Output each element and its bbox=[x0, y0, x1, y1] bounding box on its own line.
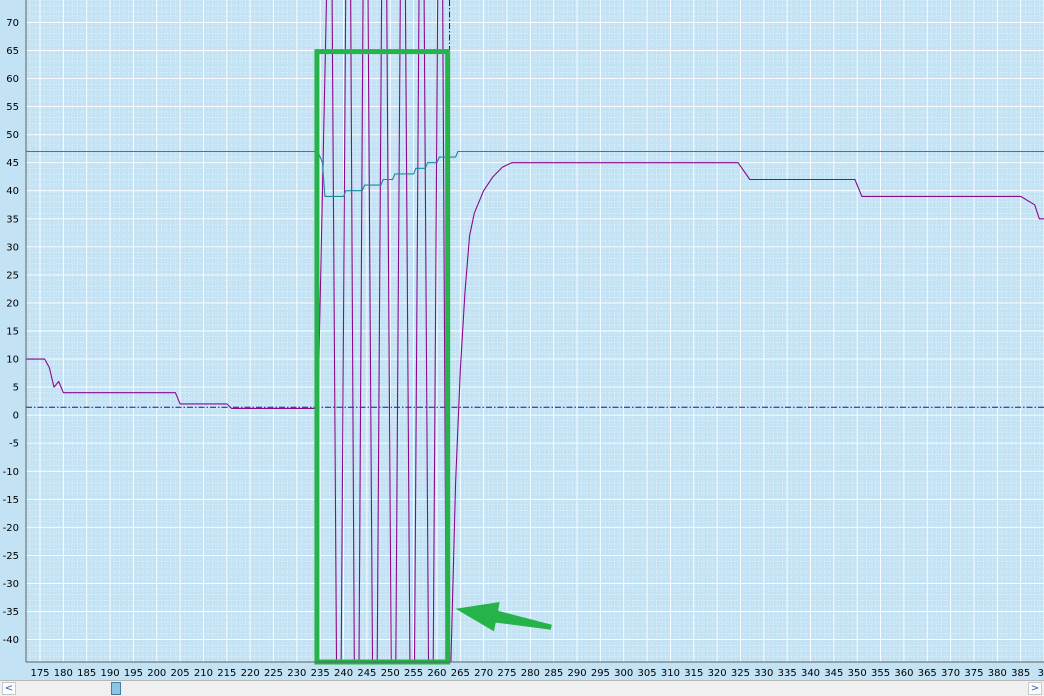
x-tick-label: 305 bbox=[638, 668, 657, 679]
horizontal-scrollbar[interactable]: < > bbox=[0, 680, 1044, 696]
y-tick-label: -35 bbox=[3, 607, 19, 618]
x-tick-label: 220 bbox=[241, 668, 260, 679]
y-tick-label: 50 bbox=[6, 130, 19, 141]
x-tick-label: 315 bbox=[684, 668, 703, 679]
x-tick-label: 200 bbox=[147, 668, 166, 679]
y-tick-label: 65 bbox=[6, 46, 19, 57]
x-tick-label: 335 bbox=[778, 668, 797, 679]
y-tick-label: 30 bbox=[6, 242, 19, 253]
x-tick-label: 340 bbox=[801, 668, 820, 679]
x-tick-label: 230 bbox=[287, 668, 306, 679]
x-tick-label: 185 bbox=[77, 668, 96, 679]
x-tick-label: 180 bbox=[54, 668, 73, 679]
scroll-right-button[interactable]: > bbox=[1028, 682, 1042, 695]
y-tick-label: -25 bbox=[3, 551, 19, 562]
scroll-thumb[interactable] bbox=[111, 682, 121, 695]
x-tick-label: 265 bbox=[451, 668, 470, 679]
x-tick-label: 290 bbox=[567, 668, 586, 679]
x-tick-label: 360 bbox=[894, 668, 913, 679]
x-tick-label: 365 bbox=[918, 668, 937, 679]
x-tick-label: 245 bbox=[357, 668, 376, 679]
x-tick-label: 320 bbox=[708, 668, 727, 679]
y-tick-label: 45 bbox=[6, 158, 19, 169]
x-tick-label: 385 bbox=[1011, 668, 1030, 679]
x-tick-label: 255 bbox=[404, 668, 423, 679]
y-tick-label: 40 bbox=[6, 186, 19, 197]
y-tick-label: -15 bbox=[3, 495, 19, 506]
x-tick-label: 350 bbox=[848, 668, 867, 679]
x-tick-label: 380 bbox=[988, 668, 1007, 679]
y-tick-label: -30 bbox=[3, 579, 19, 590]
y-tick-label: -40 bbox=[3, 635, 19, 646]
x-tick-label: 235 bbox=[311, 668, 330, 679]
x-tick-label: 260 bbox=[427, 668, 446, 679]
y-tick-label: 55 bbox=[6, 102, 19, 113]
x-tick-label: 280 bbox=[521, 668, 540, 679]
x-tick-label: 370 bbox=[941, 668, 960, 679]
x-tick-label: 190 bbox=[101, 668, 120, 679]
x-tick-label: 300 bbox=[614, 668, 633, 679]
y-tick-label: -5 bbox=[9, 439, 19, 450]
x-tick-label: 210 bbox=[194, 668, 213, 679]
x-tick-label: 295 bbox=[591, 668, 610, 679]
x-tick-label: 330 bbox=[754, 668, 773, 679]
x-tick-label: 375 bbox=[964, 668, 983, 679]
y-tick-label: 5 bbox=[13, 383, 19, 394]
y-tick-label: 70 bbox=[6, 18, 19, 29]
x-tick-label: 355 bbox=[871, 668, 890, 679]
x-tick-label: 215 bbox=[217, 668, 236, 679]
x-tick-label: 325 bbox=[731, 668, 750, 679]
scroll-left-button[interactable]: < bbox=[2, 682, 16, 695]
x-tick-label: 345 bbox=[824, 668, 843, 679]
x-tick-label: 310 bbox=[661, 668, 680, 679]
y-tick-label: 35 bbox=[6, 214, 19, 225]
y-tick-label: 25 bbox=[6, 270, 19, 281]
y-tick-label: 20 bbox=[6, 298, 19, 309]
x-tick-label: 39 bbox=[1038, 668, 1044, 679]
y-tick-label: 10 bbox=[6, 355, 19, 366]
y-tick-label: -20 bbox=[3, 523, 19, 534]
x-tick-label: 250 bbox=[381, 668, 400, 679]
x-tick-label: 285 bbox=[544, 668, 563, 679]
x-tick-label: 175 bbox=[30, 668, 49, 679]
x-tick-label: 205 bbox=[171, 668, 190, 679]
x-tick-label: 275 bbox=[497, 668, 516, 679]
chart-plot: 7065605550454035302520151050-5-10-15-20-… bbox=[0, 0, 1044, 680]
x-tick-label: 240 bbox=[334, 668, 353, 679]
y-tick-label: 60 bbox=[6, 74, 19, 85]
x-tick-label: 270 bbox=[474, 668, 493, 679]
y-tick-label: -10 bbox=[3, 467, 19, 478]
y-tick-label: 0 bbox=[13, 411, 19, 422]
x-tick-label: 225 bbox=[264, 668, 283, 679]
x-tick-label: 195 bbox=[124, 668, 143, 679]
y-tick-label: 15 bbox=[6, 327, 19, 338]
